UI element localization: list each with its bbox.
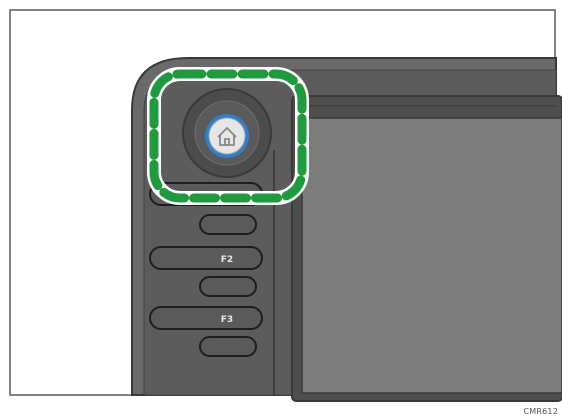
function-subbutton-2[interactable]: [199, 276, 257, 297]
function-button-f3-label: F3: [221, 315, 233, 325]
function-subbutton-3[interactable]: [199, 336, 257, 357]
home-button[interactable]: [205, 114, 249, 158]
figure-caption: CMR612: [523, 407, 558, 416]
home-button-face: [208, 117, 246, 155]
function-subbutton-1[interactable]: [199, 214, 257, 235]
touch-screen[interactable]: [301, 117, 562, 394]
function-button-f2[interactable]: F2: [149, 246, 263, 270]
function-button-f3[interactable]: F3: [149, 306, 263, 330]
control-panel-illustration: F2 F3: [9, 9, 562, 402]
function-button-f2-label: F2: [221, 255, 233, 265]
